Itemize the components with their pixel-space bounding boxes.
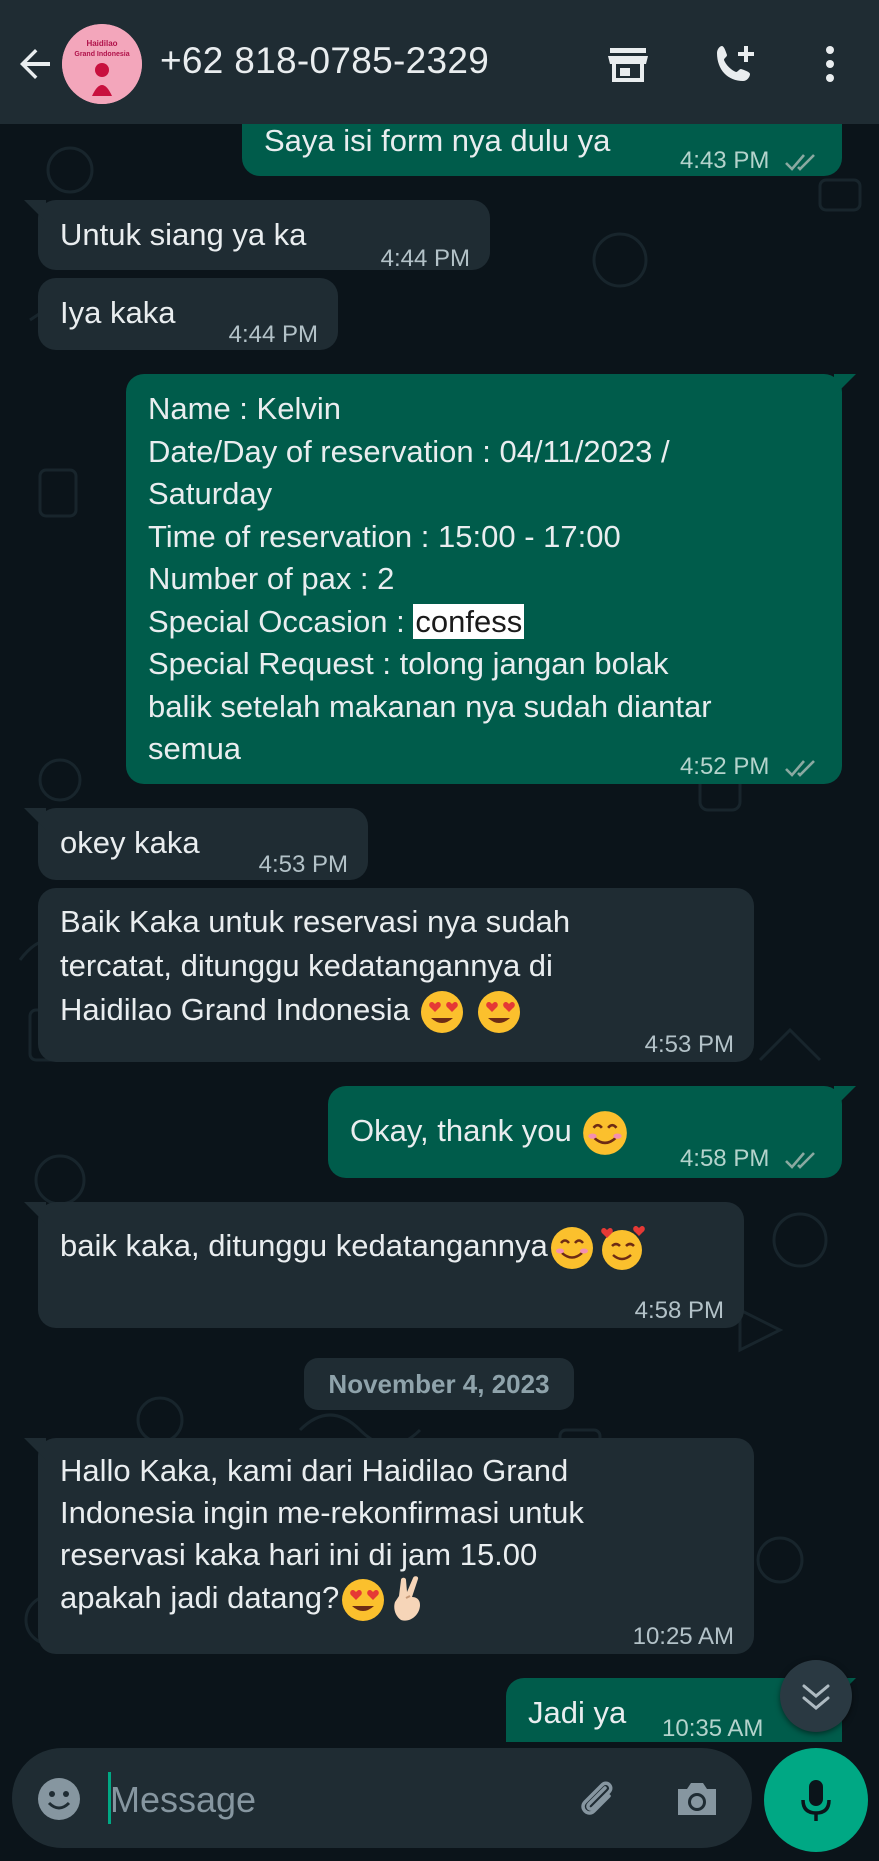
contact-name[interactable]: +62 818-0785-2329 (160, 40, 489, 82)
more-vert-icon[interactable] (806, 40, 854, 88)
mic-icon (801, 1780, 831, 1821)
smiling-emoji-icon (583, 1111, 628, 1155)
message-time: 4:53 PM (644, 1031, 734, 1058)
double-check-icon (785, 153, 815, 171)
message-text: Okay, thank you (350, 1113, 572, 1149)
message-text: okey kaka (60, 825, 200, 860)
smiling-emoji-icon (550, 1227, 593, 1269)
form-line-request: Special Request : tolong jangan bolak (148, 646, 669, 681)
back-arrow-icon[interactable] (14, 42, 58, 86)
message-time: 4:53 PM (258, 851, 348, 878)
heart-eyes-emoji-icon (478, 991, 521, 1033)
message-line-2: Indonesia ingin me-rekonfirmasi untuk (60, 1495, 584, 1530)
form-line-date: Date/Day of reservation : 04/11/2023 / (148, 433, 670, 469)
message-line-1: Baik Kaka untuk reservasi nya sudah (60, 904, 571, 939)
form-line-request-2: balik setelah makanan nya sudah diantar (148, 688, 712, 724)
chat-header: Haidilao Grand Indonesia +62 818-0785-23… (0, 0, 879, 124)
bubble-tail (834, 1086, 856, 1108)
message-bubble-outgoing[interactable]: Name : Kelvin Date/Day of reservation : … (126, 374, 856, 784)
bubble-tail (834, 374, 856, 396)
message-bubble-incoming[interactable]: okey kaka 4:53 PM (24, 808, 368, 880)
bubble-tail (24, 200, 46, 222)
message-text: Untuk siang ya ka (60, 217, 307, 252)
attach-icon[interactable] (572, 1774, 622, 1824)
message-time: 4:58 PM (634, 1297, 724, 1324)
message-line-3: Haidilao Grand Indonesia (60, 988, 570, 1036)
bubble-tail (24, 1438, 46, 1460)
message-time: 4:44 PM (380, 245, 470, 272)
message-line-4: apakah jadi datang? (60, 1576, 584, 1624)
message-composer (12, 1748, 752, 1848)
message-line-1: Hallo Kaka, kami dari Haidilao Grand (60, 1453, 569, 1488)
message-bubble-incoming[interactable]: baik kaka, ditunggu kedatangannya 4:58 P… (24, 1202, 744, 1328)
message-time: 4:58 PM (680, 1138, 820, 1180)
message-time: 4:52 PM (680, 746, 820, 788)
form-line-name: Name : Kelvin (148, 391, 341, 426)
contact-avatar[interactable]: Haidilao Grand Indonesia (62, 24, 142, 104)
add-call-icon[interactable] (710, 40, 758, 88)
bubble-tail (24, 808, 46, 830)
message-line-3: reservasi kaka hari ini di jam 15.00 (60, 1537, 538, 1572)
message-time: 10:25 AM (632, 1623, 734, 1650)
message-time: 4:44 PM (228, 321, 318, 348)
message-bubble-incoming[interactable]: Untuk siang ya ka 4:44 PM (24, 200, 490, 272)
date-divider: November 4, 2023 (304, 1358, 574, 1410)
form-line-time: Time of reservation : 15:00 - 17:00 (148, 518, 621, 554)
avatar-text-bottom: Grand Indonesia (74, 51, 129, 58)
double-check-icon (785, 759, 815, 777)
message-bubble-outgoing[interactable]: Okay, thank you 4:58 PM (328, 1086, 856, 1180)
message-text: baik kaka, ditunggu kedatangannya (60, 1228, 548, 1264)
heart-eyes-emoji-icon (421, 991, 464, 1033)
heart-eyes-emoji-icon (342, 1579, 385, 1621)
crossed-fingers-emoji-icon (394, 1576, 421, 1621)
message-text: Iya kaka (60, 295, 176, 330)
message-bubble-incoming[interactable]: Hallo Kaka, kami dari Haidilao Grand Ind… (24, 1438, 754, 1654)
avatar-text-top: Haidilao (86, 39, 117, 48)
message-time: 4:43 PM (680, 140, 820, 182)
camera-icon[interactable] (672, 1774, 722, 1824)
form-line-day: Saturday (148, 476, 273, 511)
scroll-to-bottom-button[interactable] (780, 1660, 852, 1732)
chevron-down-icon (802, 1684, 830, 1710)
message-text-row: baik kaka, ditunggu kedatangannya (60, 1222, 648, 1274)
message-text-row: Okay, thank you (350, 1108, 630, 1158)
emoji-icon[interactable] (36, 1776, 82, 1822)
smiling-hearts-emoji-icon (600, 1226, 645, 1270)
highlighted-text: confess (413, 603, 525, 639)
message-line-2: tercatat, ditunggu kedatangannya di (60, 948, 553, 983)
shop-icon[interactable] (604, 40, 652, 88)
message-text: Jadi ya (528, 1695, 627, 1730)
form-line-request-3: semua (148, 731, 242, 766)
form-line-occasion: Special Occasion : confess (148, 603, 525, 639)
message-bubble-incoming[interactable]: Iya kaka 4:44 PM (38, 278, 338, 350)
message-bubble-incoming[interactable]: Baik Kaka untuk reservasi nya sudah terc… (38, 888, 754, 1062)
form-line-pax: Number of pax : 2 (148, 561, 395, 596)
bubble-tail (24, 1202, 46, 1224)
message-input[interactable] (108, 1774, 552, 1826)
voice-message-button[interactable] (764, 1748, 868, 1852)
message-text: Saya isi form nya dulu ya (264, 123, 611, 158)
double-check-icon (785, 1151, 815, 1169)
message-time: 10:35 AM (662, 1715, 764, 1742)
